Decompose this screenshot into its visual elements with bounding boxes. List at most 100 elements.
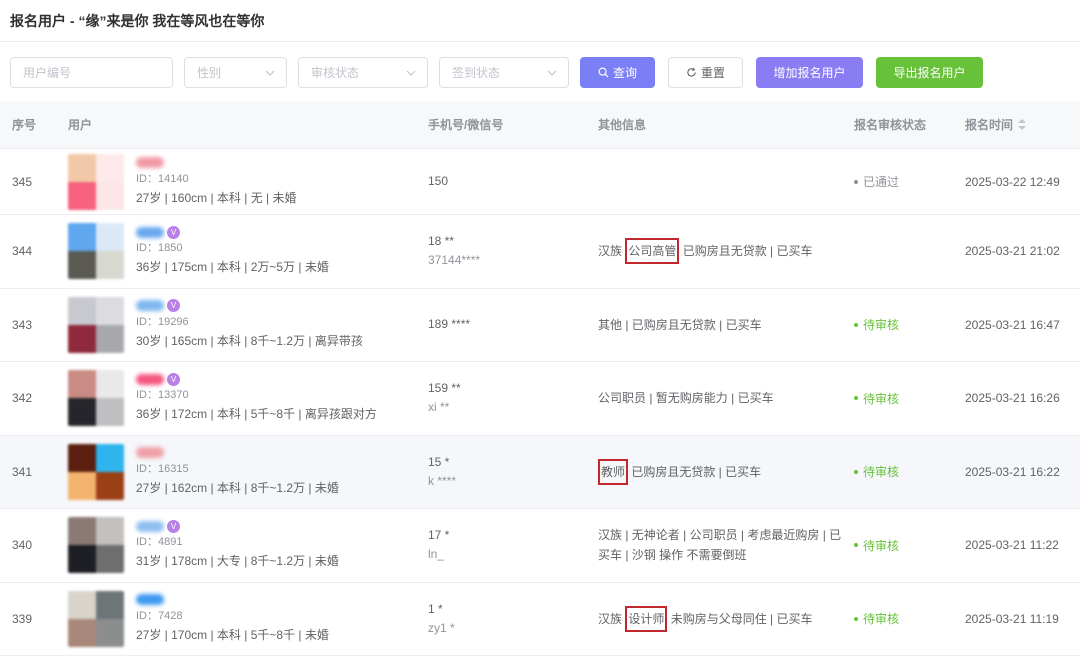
vip-badge-icon: V xyxy=(167,372,180,386)
header-no: 序号 xyxy=(12,118,37,132)
user-cell: V ID：13370 36岁 | 172cm | 本科 | 5千~8千 | 离异孩跟… xyxy=(58,370,418,427)
registration-time: 2025-03-21 11:22 xyxy=(965,538,1059,553)
table-body: 345 ID：14140 27岁 | 160cm | 本科 | 无 | 未婚 150 已… xyxy=(0,149,1080,656)
user-cell: V ID：1850 36岁 | 175cm | 本科 | 2万~5万 | 未婚 xyxy=(58,223,418,280)
phone-cell: 17 * ln_ xyxy=(418,526,588,564)
phone-number: 150 xyxy=(428,174,449,188)
user-tags: 36岁 | 172cm | 本科 | 5千~8千 | 离异孩跟对方 xyxy=(136,407,377,422)
checkin-status-select[interactable]: 签到状态 xyxy=(439,56,569,88)
other-info: 汉族 公司高管 已购房且无贷款 | 已买车 xyxy=(588,238,844,265)
other-info: 汉族 | 无神论者 | 公司职员 | 考虑最近购房 | 已买车 | 沙钢 操作 … xyxy=(598,528,842,563)
status-badge: 待审核 xyxy=(854,537,955,554)
user-tags: 27岁 | 162cm | 本科 | 8千~1.2万 | 未婚 xyxy=(136,480,339,495)
row-number: 342 xyxy=(12,391,33,406)
phone-number: 15 * xyxy=(428,454,450,469)
phone-number: 18 ** xyxy=(428,234,455,249)
chevron-down-icon xyxy=(265,70,275,76)
status-cell: 待审核 xyxy=(844,390,955,407)
user-tags: 31岁 | 178cm | 大专 | 8千~1.2万 | 未婚 xyxy=(136,554,339,569)
avatar[interactable] xyxy=(68,370,124,427)
reset-button[interactable]: 重置 xyxy=(668,56,743,88)
review-status-select[interactable]: 审核状态 xyxy=(298,56,428,88)
phone-cell: 1 * zy1 * xyxy=(418,600,588,638)
user-name xyxy=(136,446,339,460)
header-other: 其他信息 xyxy=(598,118,647,132)
vip-badge-icon: V xyxy=(167,225,180,239)
other-info: 其他 | 已购房且无贷款 | 已买车 xyxy=(598,317,762,332)
phone-cell: 189 **** xyxy=(418,315,588,334)
wechat-id: ln_ xyxy=(428,547,445,562)
table-row[interactable]: 345 ID：14140 27岁 | 160cm | 本科 | 无 | 未婚 150 已… xyxy=(0,149,1080,215)
row-number: 341 xyxy=(12,464,33,479)
filter-bar: 用户编号 性别 审核状态 签到状态 查询 重置 增加报名用户 导出报名用户 xyxy=(0,42,1080,102)
user-id: ID：4891 xyxy=(136,536,183,549)
registration-time: 2025-03-21 16:26 xyxy=(965,391,1060,406)
highlighted-occupation: 教师 xyxy=(598,458,629,485)
status-cell: 待审核 xyxy=(844,316,955,333)
phone-number: 1 * xyxy=(428,601,443,616)
avatar[interactable] xyxy=(68,223,124,280)
phone-cell: 18 ** 37144**** xyxy=(418,232,588,270)
add-registrant-button[interactable]: 增加报名用户 xyxy=(756,56,863,88)
user-tags: 36岁 | 175cm | 本科 | 2万~5万 | 未婚 xyxy=(136,260,329,275)
user-cell: ID：14140 27岁 | 160cm | 本科 | 无 | 未婚 xyxy=(58,153,418,210)
user-cell: ID：7428 27岁 | 170cm | 本科 | 5千~8千 | 未婚 xyxy=(58,590,418,647)
wechat-id: 37144**** xyxy=(428,253,481,268)
user-name: V xyxy=(136,519,339,533)
status-badge: 已通过 xyxy=(854,173,955,190)
highlighted-occupation: 设计师 xyxy=(625,605,668,632)
table-row[interactable]: 339 ID：7428 27岁 | 170cm | 本科 | 5千~8千 | 未婚 1… xyxy=(0,583,1080,656)
user-tags: 30岁 | 165cm | 本科 | 8千~1.2万 | 离异带孩 xyxy=(136,333,363,348)
phone-number: 17 * xyxy=(428,528,450,543)
sort-icon[interactable] xyxy=(1018,119,1027,130)
status-cell: 已通过 xyxy=(844,173,955,190)
table-row[interactable]: 340 V ID：4891 31岁 | 178cm | 大专 | 8千~1.2万 | … xyxy=(0,509,1080,583)
user-id: ID：14140 xyxy=(136,172,189,185)
header-user: 用户 xyxy=(68,118,93,132)
other-info: 教师 已购房且无贷款 | 已买车 xyxy=(588,458,844,485)
chevron-down-icon xyxy=(406,70,416,76)
header-phone: 手机号/微信号 xyxy=(428,118,504,132)
query-button[interactable]: 查询 xyxy=(580,56,655,88)
header-time[interactable]: 报名时间 xyxy=(955,116,1080,133)
user-cell: V ID：4891 31岁 | 178cm | 大专 | 8千~1.2万 | 未婚 xyxy=(58,517,418,574)
status-cell: 待审核 xyxy=(844,610,955,627)
avatar[interactable] xyxy=(68,443,124,500)
avatar[interactable] xyxy=(68,153,124,210)
highlighted-occupation: 公司高管 xyxy=(625,238,680,265)
table-row[interactable]: 343 V ID：19296 30岁 | 165cm | 本科 | 8千~1.2万 |… xyxy=(0,289,1080,362)
status-cell: 待审核 xyxy=(844,463,955,480)
refresh-icon xyxy=(687,67,696,77)
phone-cell: 150 xyxy=(418,172,588,191)
vip-badge-icon: V xyxy=(167,299,180,313)
gender-select[interactable]: 性别 xyxy=(184,56,287,88)
other-info: 公司职员 | 暂无购房能力 | 已买车 xyxy=(598,391,774,406)
table-row[interactable]: 344 V ID：1850 36岁 | 175cm | 本科 | 2万~5万 | 未婚… xyxy=(0,215,1080,289)
registrants-table: 序号 用户 手机号/微信号 其他信息 报名审核状态 报名时间 345 ID：141… xyxy=(0,101,1080,656)
avatar[interactable] xyxy=(68,517,124,574)
phone-cell: 15 * k **** xyxy=(418,453,588,491)
header-status: 报名审核状态 xyxy=(854,118,927,132)
user-name xyxy=(136,156,297,170)
avatar[interactable] xyxy=(68,296,124,353)
status-cell: 待审核 xyxy=(844,537,955,554)
table-row[interactable]: 342 V ID：13370 36岁 | 172cm | 本科 | 5千~8千 | 离… xyxy=(0,362,1080,436)
wechat-id: xi ** xyxy=(428,400,450,415)
table-row[interactable]: 341 ID：16315 27岁 | 162cm | 本科 | 8千~1.2万 | … xyxy=(0,435,1080,509)
status-badge: 待审核 xyxy=(854,463,955,480)
wechat-id: k **** xyxy=(428,473,457,488)
user-id-input[interactable]: 用户编号 xyxy=(10,56,173,88)
row-number: 340 xyxy=(12,538,33,553)
row-number: 345 xyxy=(12,174,33,189)
chevron-down-icon xyxy=(547,70,557,76)
phone-number: 159 ** xyxy=(428,381,461,396)
user-name: V xyxy=(136,372,377,386)
export-registrants-button[interactable]: 导出报名用户 xyxy=(876,56,983,88)
user-cell: V ID：19296 30岁 | 165cm | 本科 | 8千~1.2万 | 离异… xyxy=(58,296,418,353)
registration-time: 2025-03-21 21:02 xyxy=(965,244,1060,259)
registration-time: 2025-03-21 11:19 xyxy=(965,611,1059,626)
avatar[interactable] xyxy=(68,590,124,647)
user-id: ID：7428 xyxy=(136,609,183,622)
other-info: 汉族 设计师 未购房与父母同住 | 已买车 xyxy=(588,605,844,632)
registration-time: 2025-03-21 16:22 xyxy=(965,464,1060,479)
